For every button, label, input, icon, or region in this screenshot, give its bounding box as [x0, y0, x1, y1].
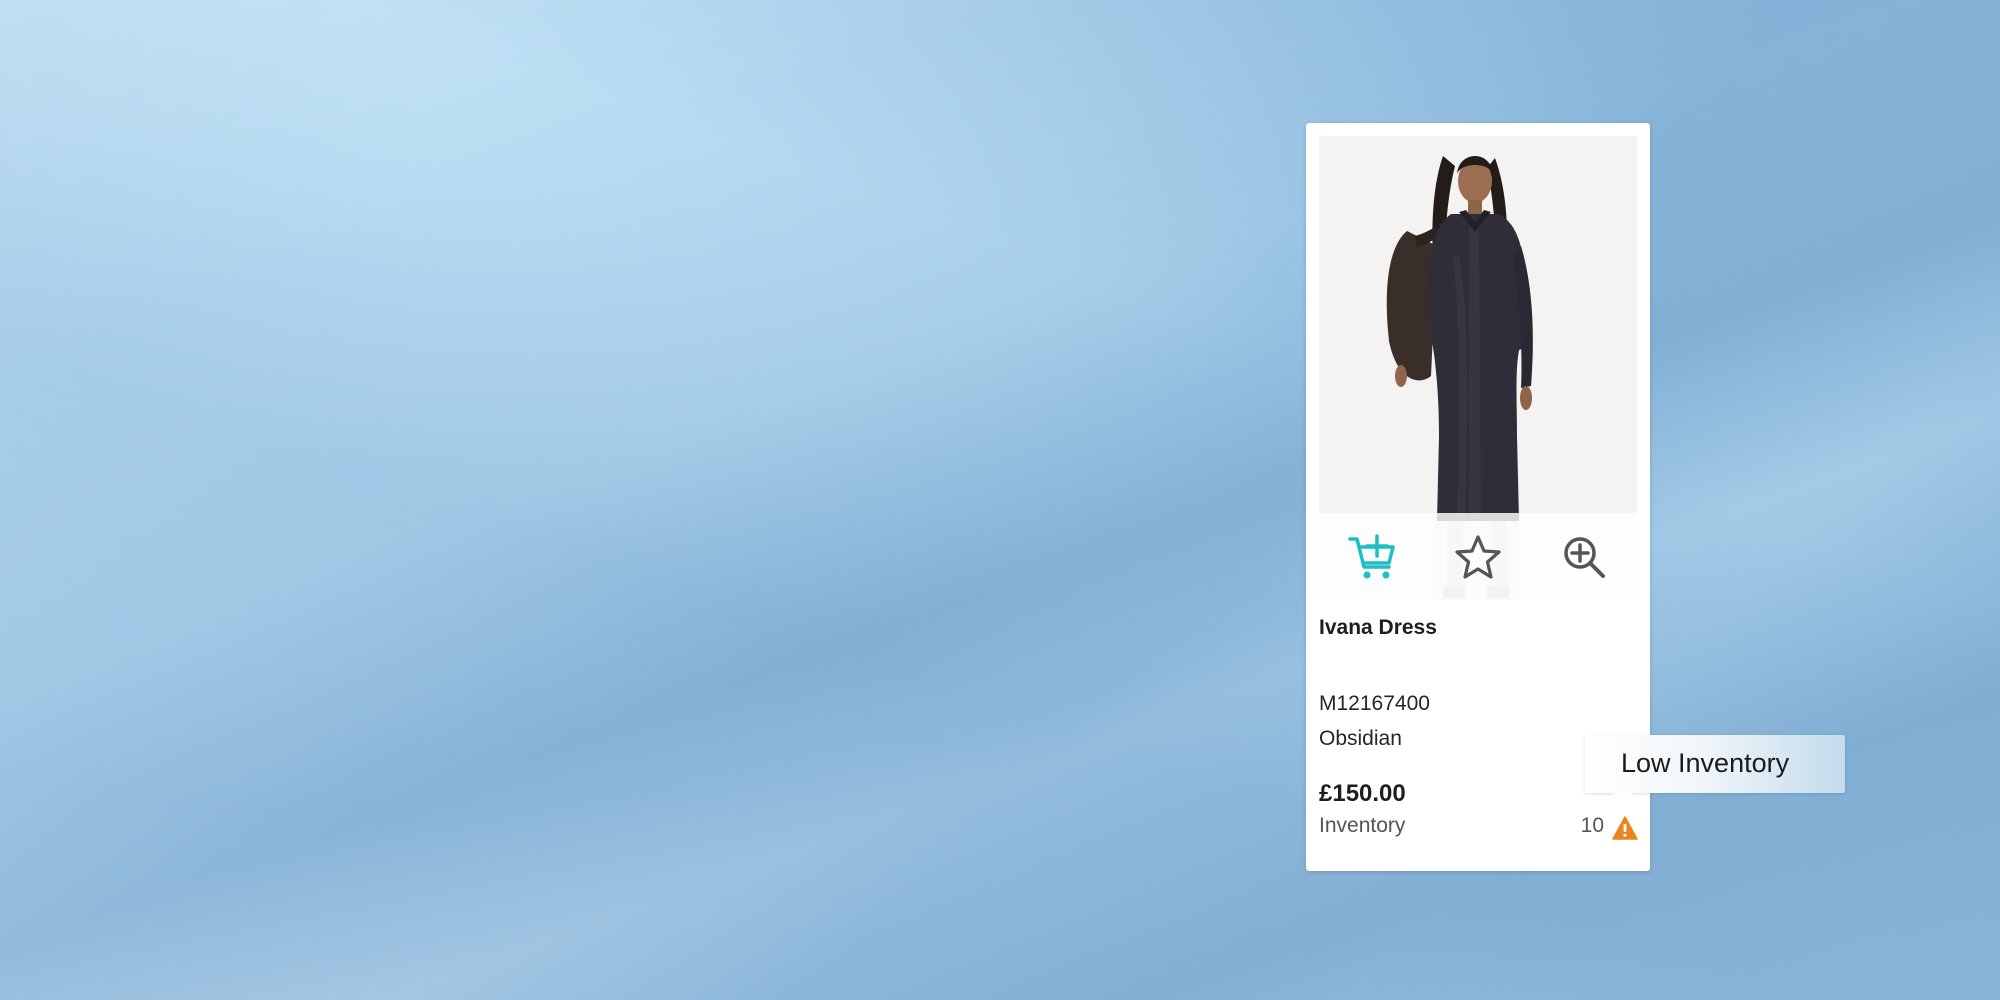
add-to-cart-button[interactable]: [1342, 527, 1402, 587]
favorite-button[interactable]: [1448, 527, 1508, 587]
product-action-bar: [1319, 513, 1637, 600]
low-inventory-tooltip: Low Inventory: [1585, 735, 1845, 803]
zoom-in-icon: [1564, 536, 1605, 578]
warning-icon[interactable]: [1612, 816, 1638, 840]
product-sku: M12167400: [1319, 692, 1430, 715]
zoom-button[interactable]: [1554, 527, 1614, 587]
star-icon: [1455, 534, 1501, 579]
cart-plus-icon: [1348, 533, 1395, 578]
inventory-count: 10: [1580, 814, 1604, 837]
product-color: Obsidian: [1319, 727, 1402, 750]
product-name[interactable]: Ivana Dress: [1319, 616, 1437, 640]
product-price: £150.00: [1319, 780, 1406, 807]
tooltip-text: Low Inventory: [1621, 748, 1790, 778]
inventory-label: Inventory: [1319, 814, 1406, 837]
